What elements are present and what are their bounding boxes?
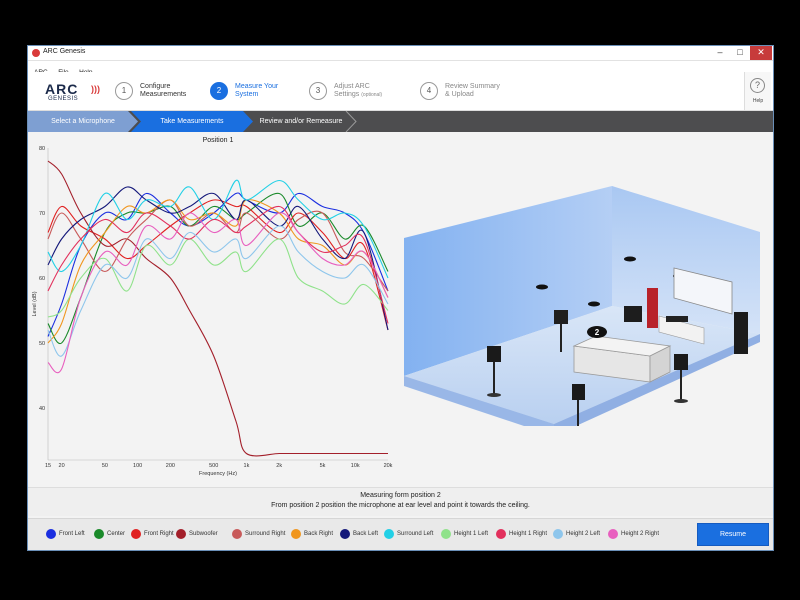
- menu-bar: ARC File Help: [28, 61, 773, 76]
- step-number: 1: [115, 82, 133, 100]
- step-label: Adjust ARC Settings (optional): [334, 83, 383, 98]
- chart-title: Position 1: [203, 137, 234, 144]
- legend-swatch: [441, 529, 451, 539]
- arc-genesis-logo: ARC GENESIS ))): [45, 81, 105, 105]
- help-button[interactable]: ? Help: [744, 72, 771, 110]
- y-tick-label: 50: [39, 341, 45, 347]
- room-svg: 2: [404, 186, 760, 436]
- crumb-take-measurements[interactable]: Take Measurements: [131, 111, 253, 132]
- resume-button[interactable]: Resume: [697, 523, 769, 546]
- speaker-icon: [572, 384, 585, 400]
- window-title: ARC Genesis: [43, 48, 86, 55]
- speaker-icon: [554, 310, 568, 324]
- ceiling-speaker-icon: [588, 301, 600, 307]
- x-tick-label: 500: [209, 463, 218, 469]
- frequency-response-chart: Position 1 40 50 60 70 80 15 20 50 100 200 500 1k 2k 5…: [28, 133, 398, 486]
- legend-item-height-1-left: Height 1 Left: [441, 529, 488, 539]
- maximize-icon[interactable]: □: [731, 46, 749, 60]
- step-label: Configure Measurements: [140, 83, 187, 98]
- x-tick-label: 10k: [351, 463, 360, 469]
- ceiling-speaker-icon: [624, 256, 636, 262]
- legend-swatch: [496, 529, 506, 539]
- speaker-icon: [487, 346, 501, 362]
- y-tick-label: 60: [39, 276, 45, 282]
- legend-item-surround-left: Surround Left: [384, 529, 433, 539]
- legend-swatch: [553, 529, 563, 539]
- x-tick-label: 1k: [244, 463, 250, 469]
- series-line-back-right: [47, 199, 389, 344]
- x-tick-label: 50: [102, 463, 108, 469]
- instruction-text: From position 2 position the microphone …: [271, 502, 530, 509]
- legend-item-height-2-right: Height 2 Right: [608, 529, 659, 539]
- y-tick-label: 40: [39, 406, 45, 412]
- x-axis-label: Frequency (Hz): [199, 471, 237, 477]
- legend-item-center: Center: [94, 529, 125, 539]
- breadcrumb: Select a Microphone Review and/or Remeas…: [28, 111, 773, 132]
- x-tick-label: 200: [166, 463, 175, 469]
- sound-waves-icon: ))): [91, 84, 100, 94]
- speaker-icon: [674, 354, 688, 370]
- series-line-subwoofer: [47, 160, 388, 457]
- logo-text: ARC: [45, 81, 79, 97]
- legend-swatch: [94, 529, 104, 539]
- y-tick-label: 80: [39, 146, 45, 152]
- crumb-end-chevron: [345, 111, 357, 132]
- x-tick-label: 100: [133, 463, 142, 469]
- room-diagram: 2: [404, 186, 764, 436]
- legend-item-back-left: Back Left: [340, 529, 378, 539]
- legend-swatch: [176, 529, 186, 539]
- help-icon: ?: [750, 78, 765, 93]
- instruction-title: Measuring form position 2: [360, 492, 441, 499]
- legend-item-front-right: Front Right: [131, 529, 174, 539]
- av-receiver-icon: [666, 316, 688, 322]
- app-window: ARC Genesis – □ ✕ ARC File Help ARC GENE…: [27, 45, 774, 551]
- app-icon: [32, 49, 40, 57]
- legend-swatch: [340, 529, 350, 539]
- help-label: Help: [752, 98, 764, 104]
- position-marker-label: 2: [595, 328, 600, 337]
- x-tick-label: 5k: [320, 463, 326, 469]
- close-icon[interactable]: ✕: [750, 46, 772, 60]
- chart-svg: Position 1 40 50 60 70 80 15 20 50 100 200 500 1k 2k 5…: [32, 137, 393, 477]
- subwoofer-icon: [624, 306, 642, 322]
- legend-swatch: [291, 529, 301, 539]
- legend-swatch: [131, 529, 141, 539]
- legend-item-subwoofer: Subwoofer: [176, 529, 218, 539]
- legend-swatch: [232, 529, 242, 539]
- logo-subtext: GENESIS: [48, 96, 79, 102]
- series-line-surround-left: [47, 179, 389, 279]
- crumb-select-microphone[interactable]: Select a Microphone: [28, 111, 138, 132]
- step-number: 3: [309, 82, 327, 100]
- x-tick-label: 20k: [384, 463, 393, 469]
- front-left-tower-speaker-icon: [647, 288, 658, 328]
- wizard-header: ARC GENESIS ))) 1 Configure Measurements …: [28, 72, 773, 111]
- step-label: Measure Your System: [235, 83, 279, 98]
- step-label: Review Summary & Upload: [445, 83, 500, 98]
- speaker-legend: Front Left Center Front Right Subwoofer …: [28, 518, 773, 550]
- step-number: 2: [210, 82, 228, 100]
- x-tick-label: 20: [59, 463, 65, 469]
- step-number: 4: [420, 82, 438, 100]
- legend-item-back-right: Back Right: [291, 529, 333, 539]
- instruction-panel: Measuring form position 2 From position …: [28, 487, 773, 516]
- crumb-review-remeasure[interactable]: Review and/or Remeasure: [246, 111, 356, 132]
- title-bar: ARC Genesis – □ ✕: [28, 46, 773, 61]
- y-tick-label: 70: [39, 211, 45, 217]
- legend-item-height-1-right: Height 1 Right: [496, 529, 547, 539]
- legend-item-height-2-left: Height 2 Left: [553, 529, 600, 539]
- minimize-icon[interactable]: –: [711, 46, 729, 60]
- series-line-height-2-right: [47, 212, 389, 374]
- legend-swatch: [46, 529, 56, 539]
- x-tick-label: 2k: [276, 463, 282, 469]
- y-axis-label: Level (dB): [32, 291, 38, 316]
- front-right-tower-speaker-icon: [734, 312, 748, 354]
- legend-swatch: [384, 529, 394, 539]
- legend-item-front-left: Front Left: [46, 529, 85, 539]
- x-tick-label: 15: [45, 463, 51, 469]
- legend-item-surround-right: Surround Right: [232, 529, 285, 539]
- legend-swatch: [608, 529, 618, 539]
- ceiling-speaker-icon: [536, 284, 548, 290]
